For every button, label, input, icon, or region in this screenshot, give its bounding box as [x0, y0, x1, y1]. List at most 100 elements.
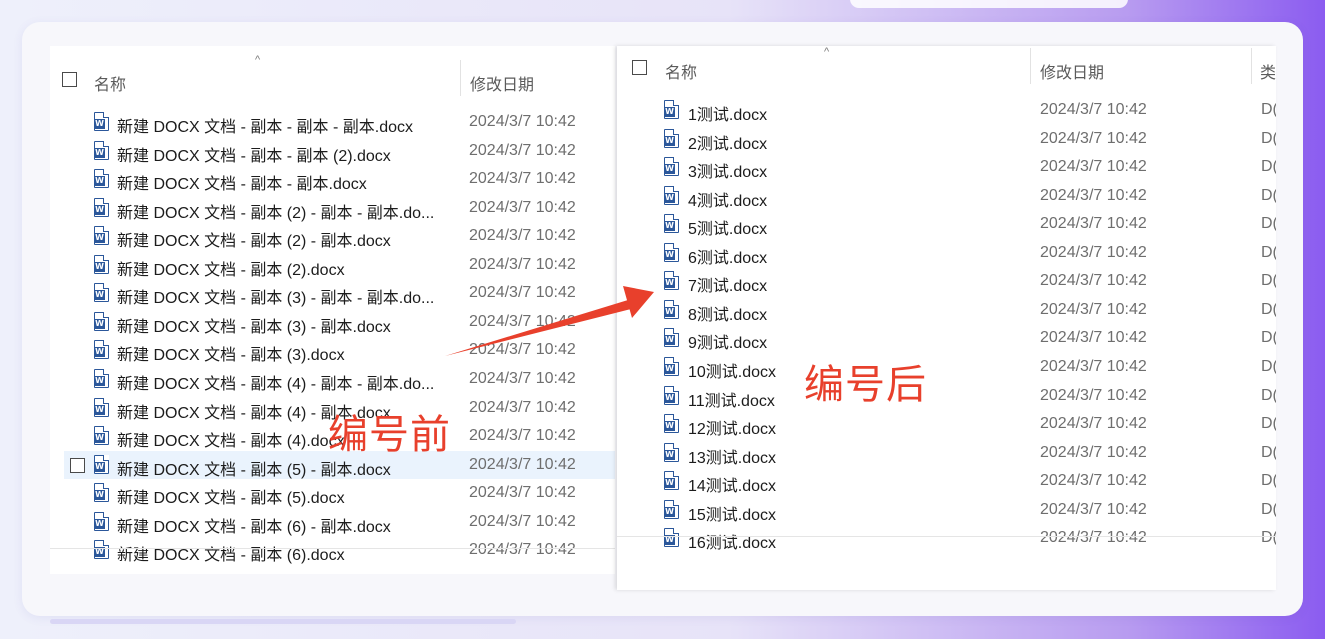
- file-row[interactable]: W 10测试.docx 2024/3/7 10:42 D(: [617, 353, 1276, 381]
- file-type: D(: [1261, 215, 1276, 233]
- word-docx-icon: W: [664, 442, 679, 462]
- file-row[interactable]: W 2测试.docx 2024/3/7 10:42 D(: [617, 125, 1276, 153]
- file-row[interactable]: W 新建 DOCX 文档 - 副本 (3).docx 2024/3/7 10:42: [50, 336, 615, 364]
- file-row[interactable]: W 新建 DOCX 文档 - 副本 (2).docx 2024/3/7 10:42: [50, 251, 615, 279]
- file-type: D(: [1261, 529, 1276, 547]
- select-all-checkbox[interactable]: [62, 72, 77, 87]
- file-modified-date: 2024/3/7 10:42: [1040, 101, 1147, 118]
- file-modified-date: 2024/3/7 10:42: [1040, 215, 1147, 233]
- file-modified-date: 2024/3/7 10:42: [1040, 443, 1147, 461]
- file-name[interactable]: 15测试.docx: [688, 501, 776, 525]
- column-header-date[interactable]: 修改日期: [1040, 59, 1104, 83]
- column-divider[interactable]: [460, 60, 461, 96]
- file-name[interactable]: 13测试.docx: [688, 444, 776, 468]
- file-row[interactable]: W 11测试.docx 2024/3/7 10:42 D(: [617, 382, 1276, 410]
- file-type: D(: [1261, 386, 1276, 404]
- column-header-type[interactable]: 类: [1260, 59, 1276, 83]
- file-name[interactable]: 新建 DOCX 文档 - 副本 - 副本 - 副本.docx: [117, 113, 413, 137]
- file-type: D(: [1261, 300, 1276, 318]
- file-row[interactable]: W 14测试.docx 2024/3/7 10:42 D(: [617, 467, 1276, 495]
- word-docx-icon: W: [664, 385, 679, 405]
- top-decorative-pill: [850, 0, 1128, 8]
- file-modified-date: 2024/3/7 10:42: [469, 455, 576, 473]
- column-divider[interactable]: [1030, 48, 1031, 84]
- file-modified-date: 2024/3/7 10:42: [1040, 272, 1147, 290]
- file-name[interactable]: 14测试.docx: [688, 472, 776, 496]
- file-row[interactable]: W 新建 DOCX 文档 - 副本 - 副本 (2).docx 2024/3/7 1…: [50, 137, 615, 165]
- file-row[interactable]: W 新建 DOCX 文档 - 副本 (2) - 副本.docx 2024/3/7 1…: [50, 222, 615, 250]
- file-name[interactable]: 新建 DOCX 文档 - 副本 (2) - 副本.docx: [117, 227, 391, 251]
- file-name[interactable]: 新建 DOCX 文档 - 副本 (2).docx: [117, 256, 345, 280]
- file-row[interactable]: W 新建 DOCX 文档 - 副本 (4) - 副本 - 副本.do... 2024…: [50, 365, 615, 393]
- word-docx-icon: W: [94, 197, 109, 217]
- file-name[interactable]: 新建 DOCX 文档 - 副本 (4).docx: [117, 427, 345, 451]
- file-row[interactable]: W 新建 DOCX 文档 - 副本 (6).docx 2024/3/7 10:42: [50, 536, 615, 564]
- file-row[interactable]: W 新建 DOCX 文档 - 副本 (3) - 副本.docx 2024/3/7 1…: [50, 308, 615, 336]
- file-name[interactable]: 新建 DOCX 文档 - 副本 (5).docx: [117, 484, 345, 508]
- file-name[interactable]: 16测试.docx: [688, 529, 776, 553]
- sort-ascending-icon: ^: [255, 54, 261, 66]
- file-name[interactable]: 12测试.docx: [688, 415, 776, 439]
- file-name[interactable]: 2测试.docx: [688, 130, 767, 154]
- file-row[interactable]: W 新建 DOCX 文档 - 副本 - 副本 - 副本.docx 2024/3/7 …: [50, 108, 615, 136]
- file-row[interactable]: W 7测试.docx 2024/3/7 10:42 D(: [617, 267, 1276, 295]
- file-name[interactable]: 8测试.docx: [688, 301, 767, 325]
- file-row[interactable]: W 15测试.docx 2024/3/7 10:42 D(: [617, 496, 1276, 524]
- word-docx-icon: W: [94, 140, 109, 160]
- column-header-date[interactable]: 修改日期: [470, 71, 534, 95]
- file-name[interactable]: 新建 DOCX 文档 - 副本 (3).docx: [117, 341, 345, 365]
- word-letter: W: [664, 478, 675, 489]
- file-name[interactable]: 新建 DOCX 文档 - 副本 - 副本.docx: [117, 170, 367, 194]
- file-row[interactable]: W 新建 DOCX 文档 - 副本 (3) - 副本 - 副本.do... 2024…: [50, 279, 615, 307]
- file-name[interactable]: 新建 DOCX 文档 - 副本 - 副本 (2).docx: [117, 142, 391, 166]
- file-row[interactable]: W 6测试.docx 2024/3/7 10:42 D(: [617, 239, 1276, 267]
- word-docx-icon: W: [94, 426, 109, 446]
- file-row[interactable]: W 新建 DOCX 文档 - 副本 (2) - 副本 - 副本.do... 2024…: [50, 194, 615, 222]
- file-row[interactable]: W 新建 DOCX 文档 - 副本 - 副本.docx 2024/3/7 10:42: [50, 165, 615, 193]
- column-divider[interactable]: [1251, 48, 1252, 84]
- word-docx-icon: W: [664, 242, 679, 262]
- column-header-name[interactable]: 名称: [94, 71, 126, 95]
- file-modified-date: 2024/3/7 10:42: [1040, 243, 1147, 261]
- file-name[interactable]: 新建 DOCX 文档 - 副本 (3) - 副本 - 副本.do...: [117, 284, 434, 308]
- select-all-checkbox[interactable]: [632, 60, 647, 75]
- file-type: D(: [1261, 329, 1276, 347]
- file-row[interactable]: W 4测试.docx 2024/3/7 10:42 D(: [617, 182, 1276, 210]
- file-row[interactable]: W 5测试.docx 2024/3/7 10:42 D(: [617, 210, 1276, 238]
- file-modified-date: 2024/3/7 10:42: [469, 398, 576, 416]
- column-header-name[interactable]: 名称: [665, 59, 697, 83]
- file-modified-date: 2024/3/7 10:42: [1040, 186, 1147, 204]
- file-name[interactable]: 4测试.docx: [688, 187, 767, 211]
- word-letter: W: [664, 392, 675, 403]
- row-checkbox[interactable]: [70, 457, 85, 473]
- file-modified-date: 2024/3/7 10:42: [469, 427, 576, 445]
- file-name[interactable]: 9测试.docx: [688, 329, 767, 353]
- word-docx-icon: W: [664, 299, 679, 319]
- file-row[interactable]: W 8测试.docx 2024/3/7 10:42 D(: [617, 296, 1276, 324]
- file-row[interactable]: W 12测试.docx 2024/3/7 10:42 D(: [617, 410, 1276, 438]
- file-name[interactable]: 1测试.docx: [688, 101, 767, 125]
- file-name[interactable]: 10测试.docx: [688, 358, 776, 382]
- word-letter: W: [94, 261, 105, 272]
- file-modified-date: 2024/3/7 10:42: [469, 255, 576, 273]
- file-name[interactable]: 6测试.docx: [688, 244, 767, 268]
- file-name[interactable]: 新建 DOCX 文档 - 副本 (6).docx: [117, 541, 345, 565]
- file-row[interactable]: W 3测试.docx 2024/3/7 10:42 D(: [617, 153, 1276, 181]
- file-row[interactable]: W 新建 DOCX 文档 - 副本 (6) - 副本.docx 2024/3/7 1…: [50, 508, 615, 536]
- word-letter: W: [664, 421, 675, 432]
- file-name[interactable]: 新建 DOCX 文档 - 副本 (2) - 副本 - 副本.do...: [117, 199, 434, 223]
- file-name[interactable]: 7测试.docx: [688, 272, 767, 296]
- file-name[interactable]: 新建 DOCX 文档 - 副本 (4) - 副本 - 副本.do...: [117, 370, 434, 394]
- file-name[interactable]: 新建 DOCX 文档 - 副本 (6) - 副本.docx: [117, 513, 391, 537]
- file-row[interactable]: W 新建 DOCX 文档 - 副本 (5).docx 2024/3/7 10:42: [50, 479, 615, 507]
- word-letter: W: [664, 449, 675, 460]
- file-name[interactable]: 3测试.docx: [688, 158, 767, 182]
- file-name[interactable]: 11测试.docx: [688, 387, 775, 411]
- file-name[interactable]: 新建 DOCX 文档 - 副本 (3) - 副本.docx: [117, 313, 391, 337]
- word-letter: W: [664, 278, 675, 289]
- file-row[interactable]: W 1测试.docx 2024/3/7 10:42 D(: [617, 96, 1276, 124]
- file-name[interactable]: 5测试.docx: [688, 215, 767, 239]
- file-row[interactable]: W 9测试.docx 2024/3/7 10:42 D(: [617, 324, 1276, 352]
- file-row[interactable]: W 16测试.docx 2024/3/7 10:42 D(: [617, 524, 1276, 552]
- file-row[interactable]: W 13测试.docx 2024/3/7 10:42 D(: [617, 439, 1276, 467]
